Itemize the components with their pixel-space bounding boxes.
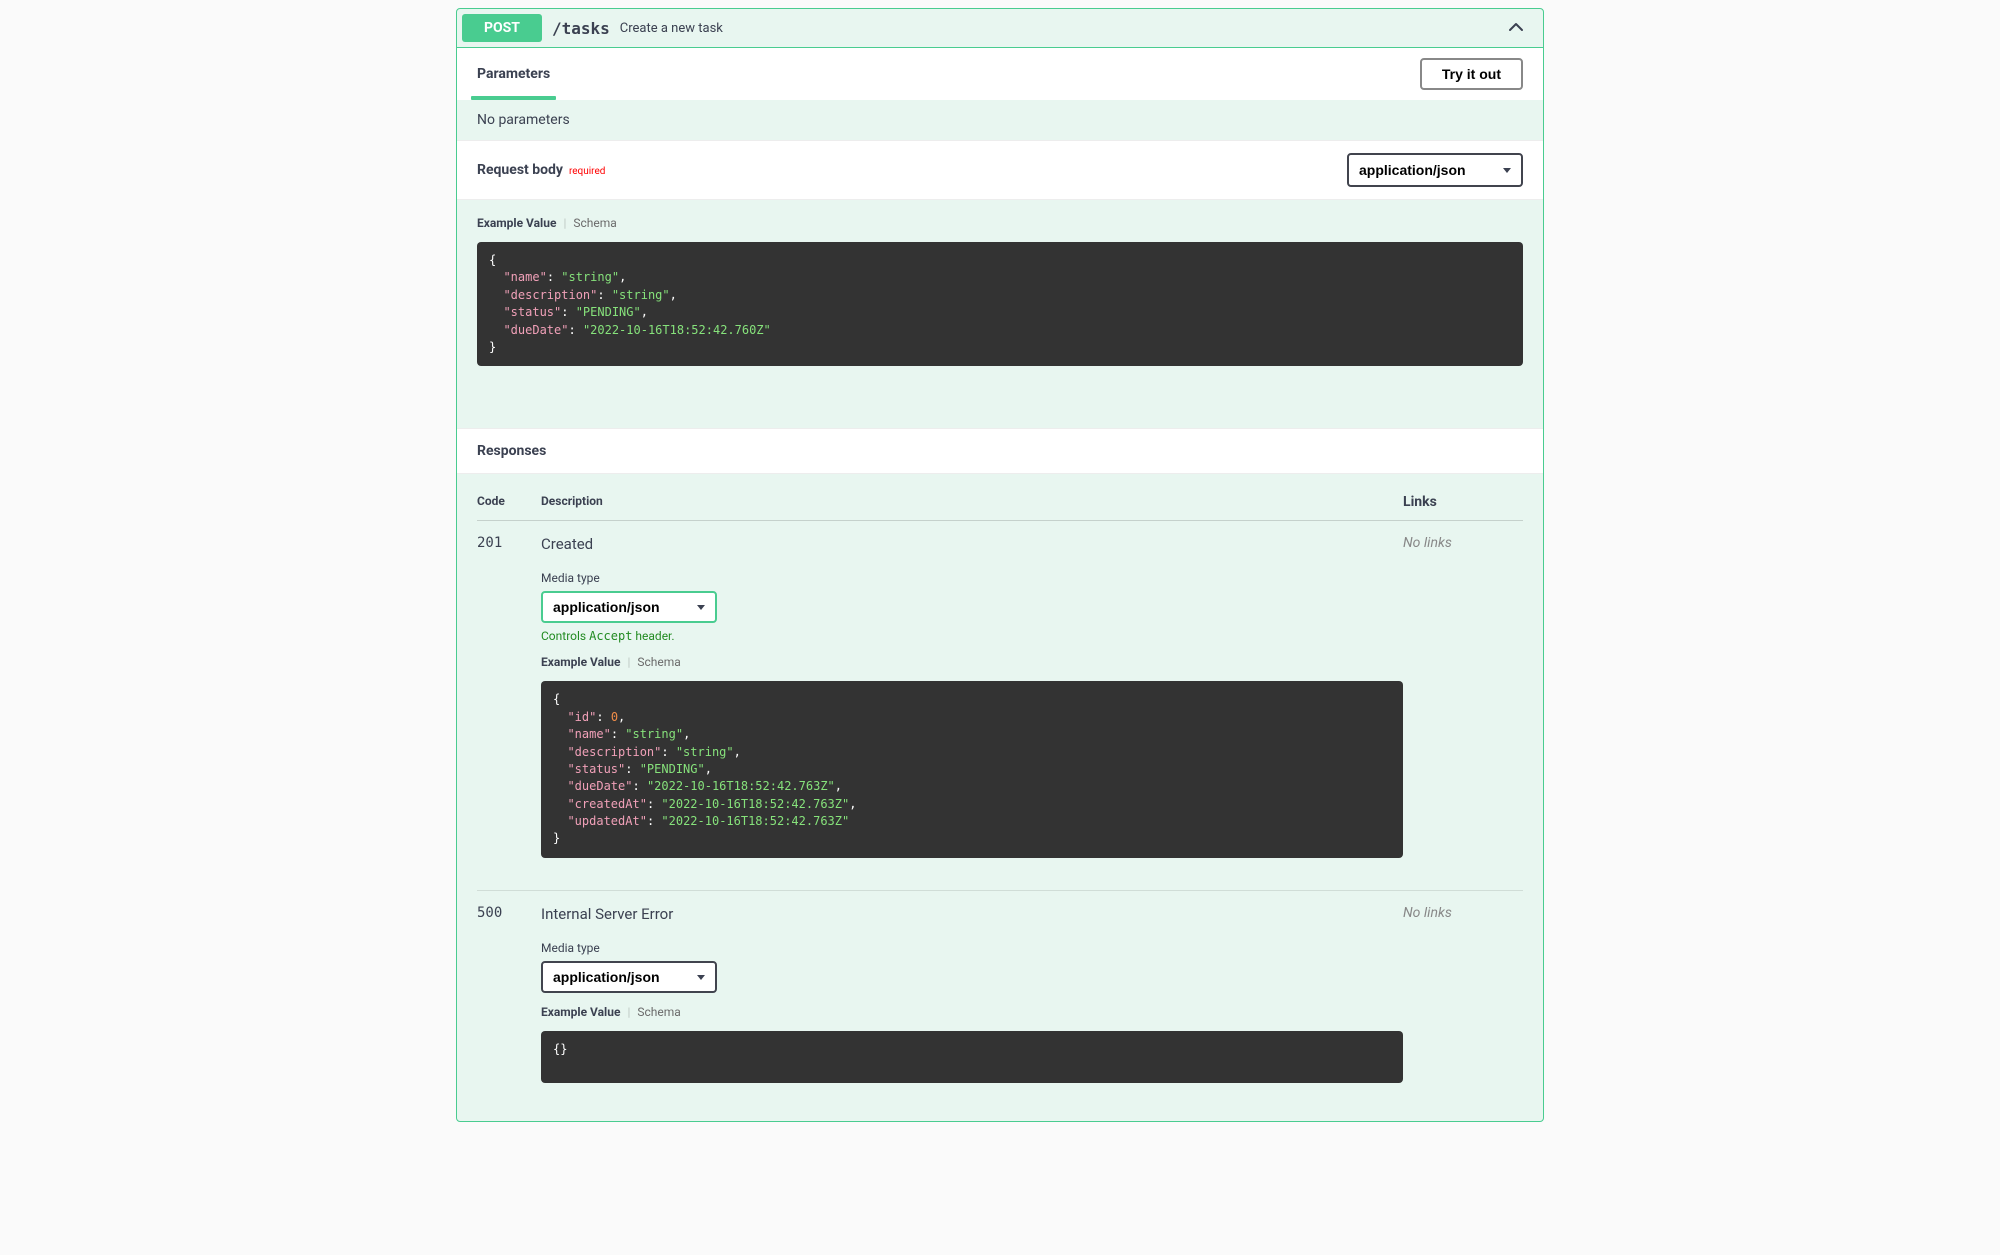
chevron-up-icon[interactable] [1506,18,1526,38]
request-body-area: Example Value | Schema { "name": "string… [457,200,1543,428]
tab-schema[interactable]: Schema [637,655,680,669]
response-links: No links [1403,905,1523,1095]
response-code: 201 [477,535,541,870]
tab-example-value[interactable]: Example Value [541,1005,620,1019]
response-description: Created [541,535,1403,553]
responses-title: Responses [457,428,1543,474]
operation-description: Create a new task [620,21,723,36]
responses-table: Code Description Links 201Created Media t… [457,474,1543,1121]
media-type-label: Media type [541,571,1403,585]
media-type-label: Media type [541,941,1403,955]
response-description: Internal Server Error [541,905,1403,923]
operation-summary[interactable]: POST /tasks Create a new task [457,9,1543,48]
tab-example-value[interactable]: Example Value [541,655,620,669]
response-example[interactable]: { "id": 0, "name": "string", "descriptio… [541,681,1403,858]
response-content-type-select[interactable]: application/json [541,591,717,623]
request-body-example[interactable]: { "name": "string", "description": "stri… [477,242,1523,366]
request-body-title: Request body [477,162,563,178]
column-code: Code [477,494,541,510]
column-description: Description [541,494,1403,510]
column-links: Links [1403,494,1523,510]
response-code: 500 [477,905,541,1095]
request-body-content-type-select[interactable]: application/json [1347,153,1523,187]
tab-parameters[interactable]: Parameters [477,60,550,88]
request-body-header: Request body required application/json [457,140,1543,200]
parameters-header: Parameters Try it out [457,48,1543,100]
tab-example-value[interactable]: Example Value [477,216,556,230]
http-method-badge: POST [462,14,542,42]
operation-block: POST /tasks Create a new task Parameters… [456,8,1544,1122]
required-label: required [569,166,605,177]
operation-path: /tasks [552,19,610,38]
response-description-cell: Created Media type application/json Control… [541,535,1403,870]
tab-schema[interactable]: Schema [637,1005,680,1019]
no-parameters-message: No parameters [457,100,1543,140]
tab-schema[interactable]: Schema [573,216,616,230]
response-links: No links [1403,535,1523,870]
try-it-out-button[interactable]: Try it out [1420,58,1523,90]
response-row: 500Internal Server Error Media type applic… [477,891,1523,1101]
response-row: 201Created Media type application/json Cont… [477,521,1523,891]
response-example[interactable]: {} [541,1031,1403,1083]
response-description-cell: Internal Server Error Media type applicati… [541,905,1403,1095]
response-content-type-select[interactable]: application/json [541,961,717,993]
accept-header-note: Controls Accept header. [541,629,1403,643]
